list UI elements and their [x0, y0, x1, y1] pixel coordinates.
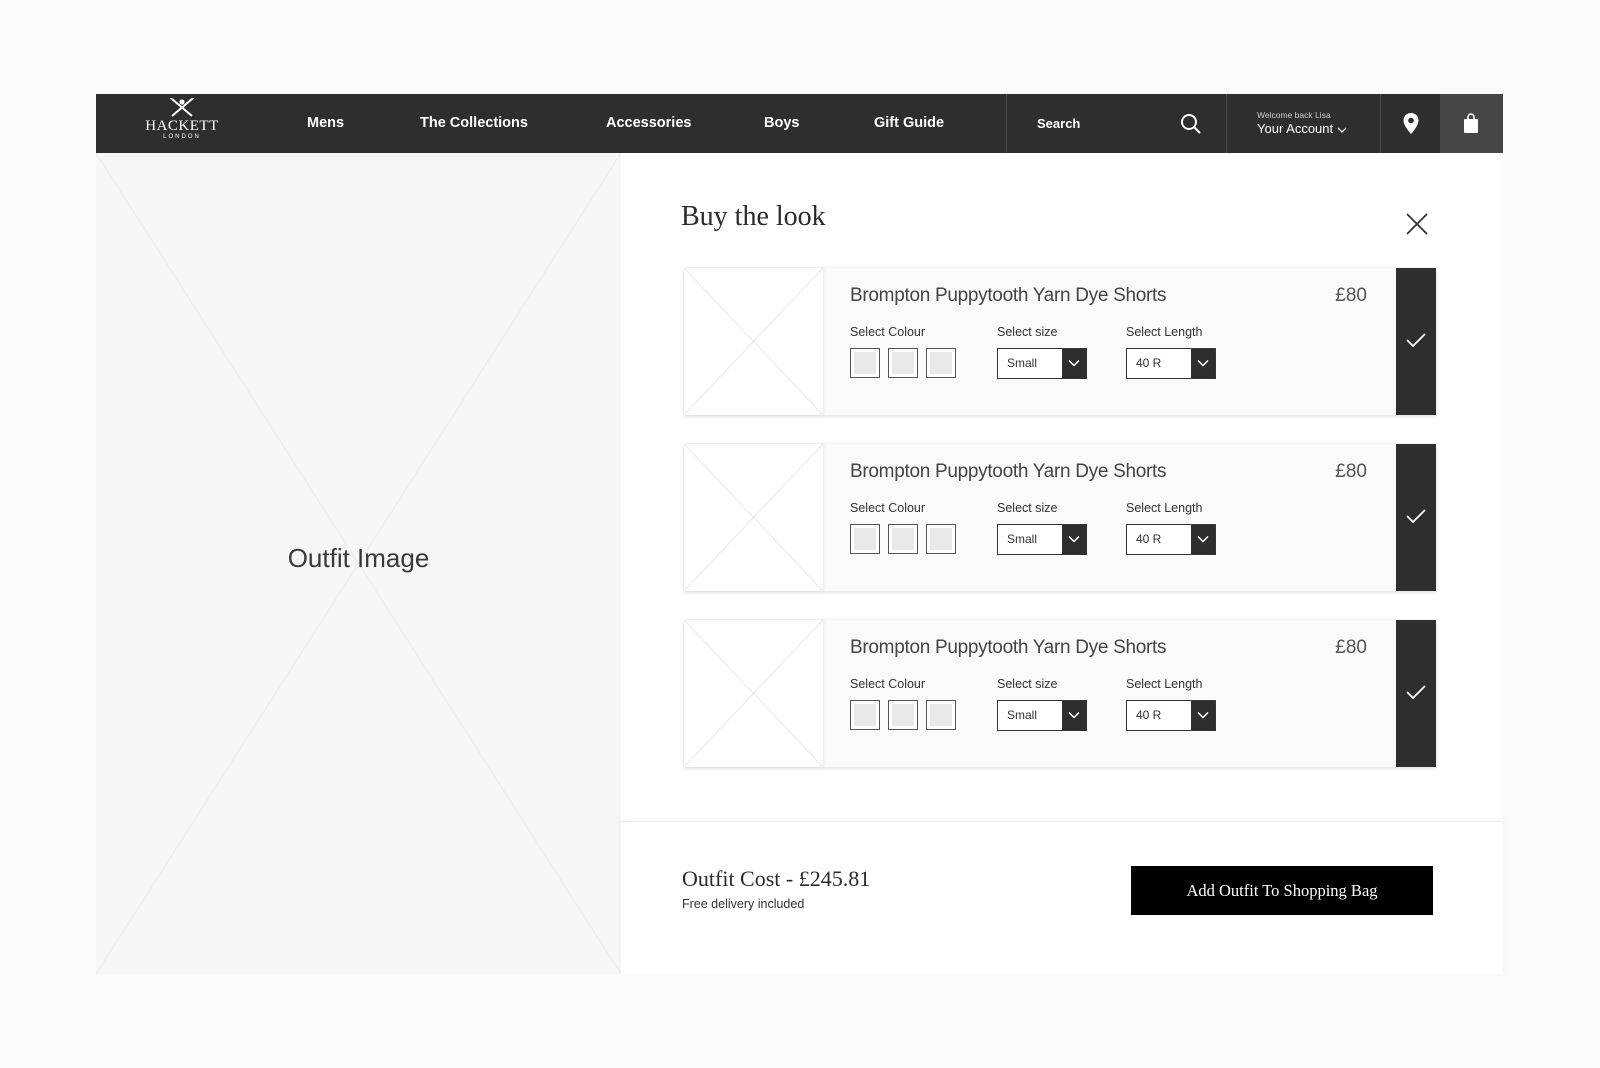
checkmark-icon: [1406, 509, 1426, 524]
image-placeholder-icon: [684, 444, 823, 591]
add-outfit-to-bag-button[interactable]: Add Outfit To Shopping Bag: [1131, 866, 1433, 915]
dropdown-arrow: [1191, 525, 1215, 554]
product-name[interactable]: Brompton Puppytooth Yarn Dye Shorts: [850, 637, 1167, 659]
outfit-summary: Outfit Cost - £245.81 Free delivery incl…: [621, 821, 1503, 975]
hackett-logo[interactable]: HACKETT LONDON: [142, 98, 222, 150]
chevron-down-icon: [1337, 127, 1347, 133]
location-pin-icon: [1403, 113, 1419, 134]
colour-swatch[interactable]: [850, 700, 880, 730]
nav-item-the-collections[interactable]: The Collections: [420, 94, 528, 153]
size-select[interactable]: Small: [997, 348, 1087, 379]
dropdown-arrow: [1062, 349, 1086, 378]
colour-swatch[interactable]: [926, 524, 956, 554]
store-locator-button[interactable]: [1380, 94, 1441, 153]
crossed-swords-logo-icon: [169, 98, 195, 117]
length-select-value: 40 R: [1136, 356, 1162, 370]
image-placeholder-icon: [684, 268, 823, 415]
length-select[interactable]: 40 R: [1126, 524, 1216, 555]
product-name[interactable]: Brompton Puppytooth Yarn Dye Shorts: [850, 285, 1167, 307]
product-image[interactable]: [684, 444, 823, 591]
buy-the-look-panel: Buy the look Brompton Puppytooth Yarn Dy…: [621, 153, 1503, 975]
shopping-bag-button[interactable]: [1440, 94, 1503, 153]
nav-item-boys[interactable]: Boys: [764, 94, 799, 153]
colour-label: Select Colour: [850, 501, 926, 515]
account-label-text: Your Account: [1257, 121, 1334, 136]
top-navigation: HACKETT LONDON Mens The Collections Acce…: [96, 94, 1503, 153]
chevron-down-icon: [1068, 711, 1080, 719]
size-select[interactable]: Small: [997, 700, 1087, 731]
length-select[interactable]: 40 R: [1126, 700, 1216, 731]
select-item-toggle[interactable]: [1396, 444, 1436, 591]
select-item-toggle[interactable]: [1396, 268, 1436, 415]
colour-swatch[interactable]: [850, 524, 880, 554]
product-price: £80: [1335, 461, 1367, 482]
close-button[interactable]: [1405, 212, 1431, 238]
dropdown-arrow: [1191, 701, 1215, 730]
size-select-value: Small: [1007, 708, 1038, 722]
logo-subtitle: LONDON: [163, 134, 201, 140]
dropdown-arrow: [1191, 349, 1215, 378]
chevron-down-icon: [1197, 535, 1209, 543]
product-price: £80: [1335, 285, 1367, 306]
length-select[interactable]: 40 R: [1126, 348, 1216, 379]
outfit-total: Outfit Cost - £245.81: [682, 866, 871, 891]
shopping-bag-icon: [1464, 113, 1478, 133]
close-icon: [1406, 213, 1428, 235]
chevron-down-icon: [1068, 359, 1080, 367]
colour-swatch[interactable]: [926, 700, 956, 730]
chevron-down-icon: [1068, 535, 1080, 543]
search-box[interactable]: Search: [1006, 94, 1227, 153]
product-card: Brompton Puppytooth Yarn Dye Shorts £80 …: [684, 268, 1436, 415]
length-select-value: 40 R: [1136, 532, 1162, 546]
nav-item-gift-guide[interactable]: Gift Guide: [874, 94, 944, 153]
dropdown-arrow: [1062, 701, 1086, 730]
quick-shop-frame: HACKETT LONDON Mens The Collections Acce…: [96, 94, 1503, 975]
delivery-note: Free delivery included: [682, 897, 805, 911]
length-label: Select Length: [1126, 677, 1203, 691]
product-price: £80: [1335, 637, 1367, 658]
account-menu[interactable]: Welcome back Lisa Your Account: [1226, 94, 1381, 153]
size-label: Select size: [997, 325, 1058, 339]
search-input[interactable]: Search: [1037, 94, 1080, 153]
colour-swatch[interactable]: [850, 348, 880, 378]
outfit-image-placeholder: Outfit Image: [96, 153, 621, 974]
length-label: Select Length: [1126, 325, 1203, 339]
size-label: Select size: [997, 677, 1058, 691]
colour-label: Select Colour: [850, 325, 926, 339]
image-placeholder-icon: [684, 620, 823, 767]
length-select-value: 40 R: [1136, 708, 1162, 722]
product-card: Brompton Puppytooth Yarn Dye Shorts £80 …: [684, 444, 1436, 591]
panel-title: Buy the look: [681, 201, 826, 232]
checkmark-icon: [1406, 333, 1426, 348]
size-select[interactable]: Small: [997, 524, 1087, 555]
account-welcome-text: Welcome back Lisa: [1257, 110, 1331, 120]
size-select-value: Small: [1007, 356, 1038, 370]
colour-swatch[interactable]: [926, 348, 956, 378]
nav-item-mens[interactable]: Mens: [307, 94, 344, 153]
product-name[interactable]: Brompton Puppytooth Yarn Dye Shorts: [850, 461, 1167, 483]
length-label: Select Length: [1126, 501, 1203, 515]
search-icon[interactable]: [1180, 113, 1202, 135]
chevron-down-icon: [1197, 359, 1209, 367]
select-item-toggle[interactable]: [1396, 620, 1436, 767]
product-card: Brompton Puppytooth Yarn Dye Shorts £80 …: [684, 620, 1436, 767]
size-select-value: Small: [1007, 532, 1038, 546]
colour-label: Select Colour: [850, 677, 926, 691]
nav-item-accessories[interactable]: Accessories: [606, 94, 691, 153]
account-label[interactable]: Your Account: [1257, 121, 1347, 136]
colour-swatch[interactable]: [888, 700, 918, 730]
product-image[interactable]: [684, 268, 823, 415]
size-label: Select size: [997, 501, 1058, 515]
checkmark-icon: [1406, 685, 1426, 700]
logo-wordmark: HACKETT: [145, 118, 219, 134]
colour-swatch[interactable]: [888, 524, 918, 554]
dropdown-arrow: [1062, 525, 1086, 554]
colour-swatch[interactable]: [888, 348, 918, 378]
outfit-image-label: Outfit Image: [287, 543, 430, 573]
chevron-down-icon: [1197, 711, 1209, 719]
product-image[interactable]: [684, 620, 823, 767]
